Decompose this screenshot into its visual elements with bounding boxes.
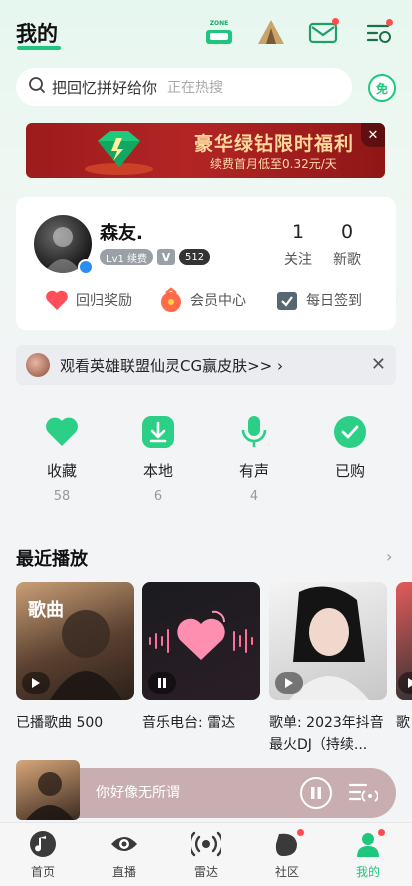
library-favorites[interactable]: 收藏 58 xyxy=(32,414,92,504)
member-center-label: 会员中心 xyxy=(190,293,246,309)
banner-subtitle: 续费首月低至0.32元/天 xyxy=(210,157,337,171)
library-audio[interactable]: 有声 4 xyxy=(224,414,284,504)
banner-close-icon[interactable]: ✕ xyxy=(361,123,385,147)
verified-badge-icon xyxy=(78,259,94,275)
search-bar[interactable]: 把回忆拼好给你 正在热搜 xyxy=(16,68,352,106)
promo-notice[interactable]: 观看英雄联盟仙灵CG赢皮肤>> › ✕ xyxy=(16,345,396,385)
green-diamond-icon xyxy=(85,131,153,175)
page-title: 我的 xyxy=(16,22,58,46)
library-purchased[interactable]: 已购 xyxy=(320,414,380,489)
microphone-icon xyxy=(236,414,272,450)
nav-live[interactable]: 直播 xyxy=(94,829,154,880)
follow-stat[interactable]: 1 关注 xyxy=(276,221,320,269)
player-pause-icon[interactable] xyxy=(300,777,332,809)
svg-text:ZONE: ZONE xyxy=(210,20,229,27)
heart-icon xyxy=(44,414,80,450)
community-unread-dot xyxy=(297,829,304,836)
purchased-label: 已购 xyxy=(334,462,365,480)
new-songs-label: 新歌 xyxy=(333,252,361,268)
radar-icon xyxy=(191,829,221,859)
heart-icon xyxy=(44,287,70,313)
card-tag: 歌曲 xyxy=(28,600,64,621)
profile-card: 森友. Lv1 续费 V 512 1 关注 0 新歌 回归奖励 会员中心 每日签… xyxy=(16,197,396,330)
mail-icon[interactable] xyxy=(306,16,340,50)
nav-radar[interactable]: 雷达 xyxy=(176,829,236,880)
search-query: 把回忆拼好给你 xyxy=(52,78,158,97)
play-icon[interactable] xyxy=(398,672,412,694)
player-cover-image[interactable] xyxy=(16,760,80,820)
player-song-title: 你好像无所谓 xyxy=(96,785,180,801)
check-circle-icon xyxy=(332,414,368,450)
mine-unread-dot xyxy=(378,829,385,836)
return-reward-label: 回归奖励 xyxy=(76,293,132,309)
music-zone-icon[interactable]: ZONE xyxy=(202,16,236,50)
new-songs-count: 0 xyxy=(340,221,354,243)
nav-radar-label: 雷达 xyxy=(193,865,218,879)
username[interactable]: 森友. xyxy=(100,219,143,245)
promo-banner[interactable]: 豪华绿钻限时福利 续费首月低至0.32元/天 ✕ xyxy=(26,123,385,178)
local-label: 本地 xyxy=(142,462,173,480)
audio-count: 4 xyxy=(249,489,259,504)
recent-card-partial[interactable] xyxy=(396,582,412,700)
pause-icon[interactable] xyxy=(148,672,176,694)
nav-community[interactable]: 社区 xyxy=(257,829,317,880)
recent-card-playlist-label: 歌单: 2023年抖音最火DJ（持续... xyxy=(269,715,384,753)
daily-checkin-link[interactable]: 每日签到 xyxy=(274,287,362,313)
recent-card-playlist[interactable] xyxy=(269,582,387,700)
recent-section-title: 最近播放 xyxy=(16,549,88,570)
notice-text: 观看英雄联盟仙灵CG赢皮肤>> › xyxy=(60,356,284,375)
playlist-queue-icon[interactable] xyxy=(348,780,379,806)
vip-badge[interactable]: V xyxy=(157,249,176,265)
score-badge[interactable]: 512 xyxy=(179,249,211,265)
local-count: 6 xyxy=(153,489,163,504)
home-note-icon xyxy=(28,829,58,859)
return-reward-link[interactable]: 回归奖励 xyxy=(44,287,132,313)
search-icon xyxy=(28,76,46,98)
free-mode-button[interactable]: 免 xyxy=(368,74,396,102)
eye-icon xyxy=(109,829,139,859)
audio-label: 有声 xyxy=(238,462,269,480)
menu-settings-icon[interactable] xyxy=(362,16,396,50)
download-icon xyxy=(140,414,176,450)
nav-mine[interactable]: 我的 xyxy=(338,829,398,880)
follow-count: 1 xyxy=(291,221,305,243)
new-songs-stat[interactable]: 0 新歌 xyxy=(325,221,369,269)
favorites-count: 58 xyxy=(53,489,71,504)
nav-home[interactable]: 首页 xyxy=(13,829,73,880)
community-icon xyxy=(272,829,304,859)
recent-card-radio[interactable] xyxy=(142,582,260,700)
nav-live-label: 直播 xyxy=(111,865,136,879)
tent-icon[interactable] xyxy=(254,16,288,50)
recent-card-songs-label: 已播歌曲 500 xyxy=(16,715,104,731)
title-underline xyxy=(17,46,61,50)
member-center-link[interactable]: 会员中心 xyxy=(158,287,246,313)
gift-bag-icon xyxy=(158,287,184,313)
nav-mine-label: 我的 xyxy=(355,865,380,879)
nav-community-label: 社区 xyxy=(274,865,299,879)
notice-avatar-icon xyxy=(26,353,50,377)
play-icon[interactable] xyxy=(22,672,50,694)
calendar-check-icon xyxy=(274,287,300,313)
follow-label: 关注 xyxy=(284,252,312,268)
notice-close-icon[interactable]: ✕ xyxy=(371,354,386,375)
favorites-label: 收藏 xyxy=(46,462,77,480)
banner-title: 豪华绿钻限时福利 xyxy=(194,133,355,155)
recent-more-chevron-icon[interactable]: › xyxy=(386,547,392,566)
search-hint: 正在热搜 xyxy=(167,80,224,96)
badge-row: Lv1 续费 V 512 xyxy=(100,249,211,265)
daily-checkin-label: 每日签到 xyxy=(306,293,362,309)
menu-notification-dot xyxy=(386,19,393,26)
nav-home-label: 首页 xyxy=(30,865,55,879)
play-icon[interactable] xyxy=(275,672,303,694)
level-badge[interactable]: Lv1 续费 xyxy=(100,249,154,265)
recent-card-partial-label: 歌 xyxy=(396,715,410,731)
recent-card-radio-label: 音乐电台: 雷达 xyxy=(142,715,236,731)
mail-unread-dot xyxy=(332,18,339,25)
recent-card-songs[interactable]: 歌曲 xyxy=(16,582,134,700)
header: 我的 ZONE xyxy=(0,10,412,56)
user-icon xyxy=(353,829,385,859)
bottom-nav: 首页 直播 雷达 社区 我的 xyxy=(0,822,412,886)
library-local[interactable]: 本地 6 xyxy=(128,414,188,504)
